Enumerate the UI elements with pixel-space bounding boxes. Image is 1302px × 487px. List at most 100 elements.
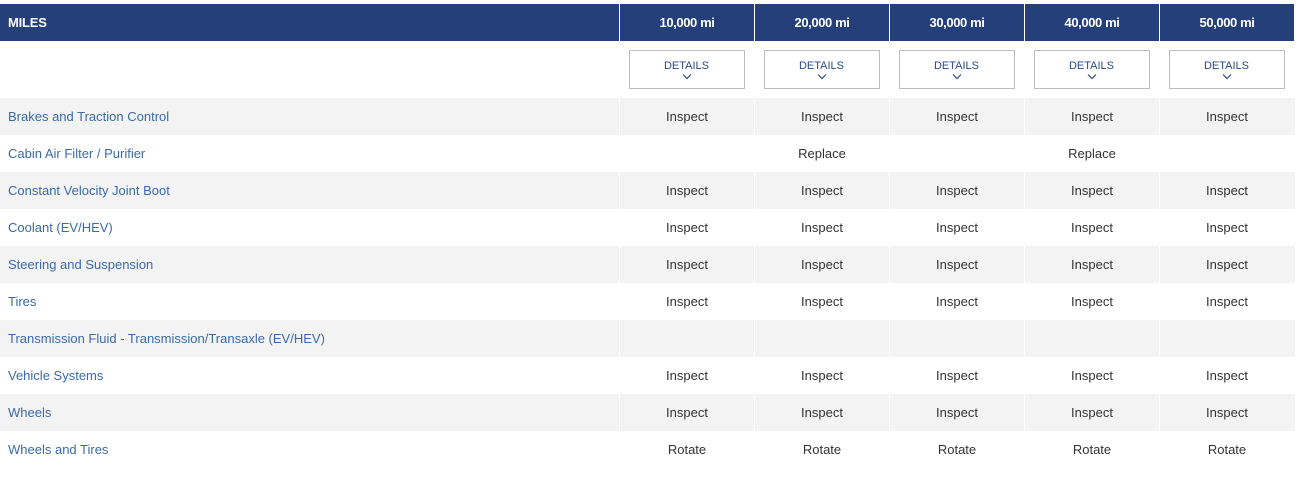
mileage-column-header: 30,000 mi: [889, 4, 1024, 41]
chevron-down-icon: [1222, 73, 1231, 79]
service-action: Inspect: [1159, 172, 1294, 209]
details-button[interactable]: DETAILS: [1033, 49, 1150, 89]
service-action: [889, 135, 1024, 172]
service-item-link[interactable]: Tires: [0, 283, 619, 320]
service-action: Inspect: [889, 172, 1024, 209]
details-button[interactable]: DETAILS: [763, 49, 880, 89]
service-action: Inspect: [1024, 209, 1159, 246]
service-action: Inspect: [889, 357, 1024, 394]
details-button-label: DETAILS: [1203, 59, 1250, 72]
service-action: Inspect: [619, 394, 754, 431]
service-action: Inspect: [889, 209, 1024, 246]
table-row: Cabin Air Filter / Purifier Replace Repl…: [0, 135, 1295, 172]
service-action: Inspect: [1159, 98, 1294, 135]
details-cell: DETAILS: [1024, 41, 1159, 98]
service-action: [754, 320, 889, 357]
table-row: Vehicle Systems Inspect Inspect Inspect …: [0, 357, 1295, 394]
service-action: Inspect: [619, 172, 754, 209]
service-action: Inspect: [754, 357, 889, 394]
table-row: Constant Velocity Joint Boot Inspect Ins…: [0, 172, 1295, 209]
service-action: [1159, 320, 1294, 357]
mileage-column-header: 20,000 mi: [754, 4, 889, 41]
service-action: Inspect: [1024, 357, 1159, 394]
mileage-column-header: 10,000 mi: [619, 4, 754, 41]
service-action: [1024, 320, 1159, 357]
service-action: [1159, 135, 1294, 172]
details-button-label: DETAILS: [798, 59, 845, 72]
table-row: Wheels and Tires Rotate Rotate Rotate Ro…: [0, 431, 1295, 468]
service-action: Inspect: [754, 283, 889, 320]
service-action: Inspect: [619, 357, 754, 394]
service-action: Inspect: [1159, 357, 1294, 394]
service-action: Rotate: [1024, 431, 1159, 468]
service-action: Rotate: [889, 431, 1024, 468]
chevron-down-icon: [817, 73, 826, 79]
table-row: Wheels Inspect Inspect Inspect Inspect I…: [0, 394, 1295, 431]
service-action: Inspect: [754, 172, 889, 209]
details-button-label: DETAILS: [933, 59, 980, 72]
service-action: [619, 135, 754, 172]
service-action: Inspect: [754, 246, 889, 283]
service-action: Inspect: [1159, 209, 1294, 246]
table-row: Tires Inspect Inspect Inspect Inspect In…: [0, 283, 1295, 320]
details-cell: DETAILS: [619, 41, 754, 98]
service-item-link[interactable]: Steering and Suspension: [0, 246, 619, 283]
service-action: Inspect: [754, 394, 889, 431]
service-action: Rotate: [1159, 431, 1294, 468]
mileage-column-header: 50,000 mi: [1159, 4, 1294, 41]
service-item-link[interactable]: Brakes and Traction Control: [0, 98, 619, 135]
table-row: Coolant (EV/HEV) Inspect Inspect Inspect…: [0, 209, 1295, 246]
service-item-link[interactable]: Vehicle Systems: [0, 357, 619, 394]
service-item-link[interactable]: Cabin Air Filter / Purifier: [0, 135, 619, 172]
details-cell: DETAILS: [889, 41, 1024, 98]
table-header-row: MILES 10,000 mi 20,000 mi 30,000 mi 40,0…: [0, 4, 1295, 41]
details-button-label: DETAILS: [1068, 59, 1115, 72]
service-action: Inspect: [1024, 98, 1159, 135]
details-row: DETAILS DETAILS DETAILS DETAILS DETAILS: [0, 41, 1295, 98]
service-item-link[interactable]: Constant Velocity Joint Boot: [0, 172, 619, 209]
maintenance-schedule-table: MILES 10,000 mi 20,000 mi 30,000 mi 40,0…: [0, 4, 1295, 468]
service-action: Inspect: [1159, 394, 1294, 431]
service-action: Inspect: [1024, 394, 1159, 431]
details-button[interactable]: DETAILS: [628, 49, 745, 89]
service-action: Inspect: [1159, 246, 1294, 283]
service-action: Inspect: [889, 98, 1024, 135]
table-row: Transmission Fluid - Transmission/Transa…: [0, 320, 1295, 357]
details-row-spacer: [0, 41, 619, 98]
service-action: Inspect: [889, 246, 1024, 283]
service-action: Inspect: [619, 283, 754, 320]
details-button[interactable]: DETAILS: [1168, 49, 1285, 89]
mileage-column-header: 40,000 mi: [1024, 4, 1159, 41]
chevron-down-icon: [1087, 73, 1096, 79]
service-item-link[interactable]: Transmission Fluid - Transmission/Transa…: [0, 320, 619, 357]
details-button[interactable]: DETAILS: [898, 49, 1015, 89]
service-action: Inspect: [619, 246, 754, 283]
service-item-link[interactable]: Coolant (EV/HEV): [0, 209, 619, 246]
service-action: Inspect: [619, 209, 754, 246]
service-item-link[interactable]: Wheels and Tires: [0, 431, 619, 468]
service-action: Replace: [1024, 135, 1159, 172]
service-action: Inspect: [754, 98, 889, 135]
details-button-label: DETAILS: [663, 59, 710, 72]
service-action: Inspect: [1024, 246, 1159, 283]
service-action: [619, 320, 754, 357]
service-action: Inspect: [754, 209, 889, 246]
service-action: Rotate: [754, 431, 889, 468]
service-action: Inspect: [619, 98, 754, 135]
table-row: Steering and Suspension Inspect Inspect …: [0, 246, 1295, 283]
service-action: Replace: [754, 135, 889, 172]
miles-header: MILES: [0, 4, 619, 41]
service-action: Inspect: [889, 283, 1024, 320]
service-action: Inspect: [889, 394, 1024, 431]
chevron-down-icon: [952, 73, 961, 79]
details-cell: DETAILS: [754, 41, 889, 98]
service-action: Inspect: [1024, 283, 1159, 320]
service-item-link[interactable]: Wheels: [0, 394, 619, 431]
service-action: Inspect: [1024, 172, 1159, 209]
chevron-down-icon: [682, 73, 691, 79]
service-action: Rotate: [619, 431, 754, 468]
service-action: [889, 320, 1024, 357]
details-cell: DETAILS: [1159, 41, 1294, 98]
table-row: Brakes and Traction Control Inspect Insp…: [0, 98, 1295, 135]
service-action: Inspect: [1159, 283, 1294, 320]
